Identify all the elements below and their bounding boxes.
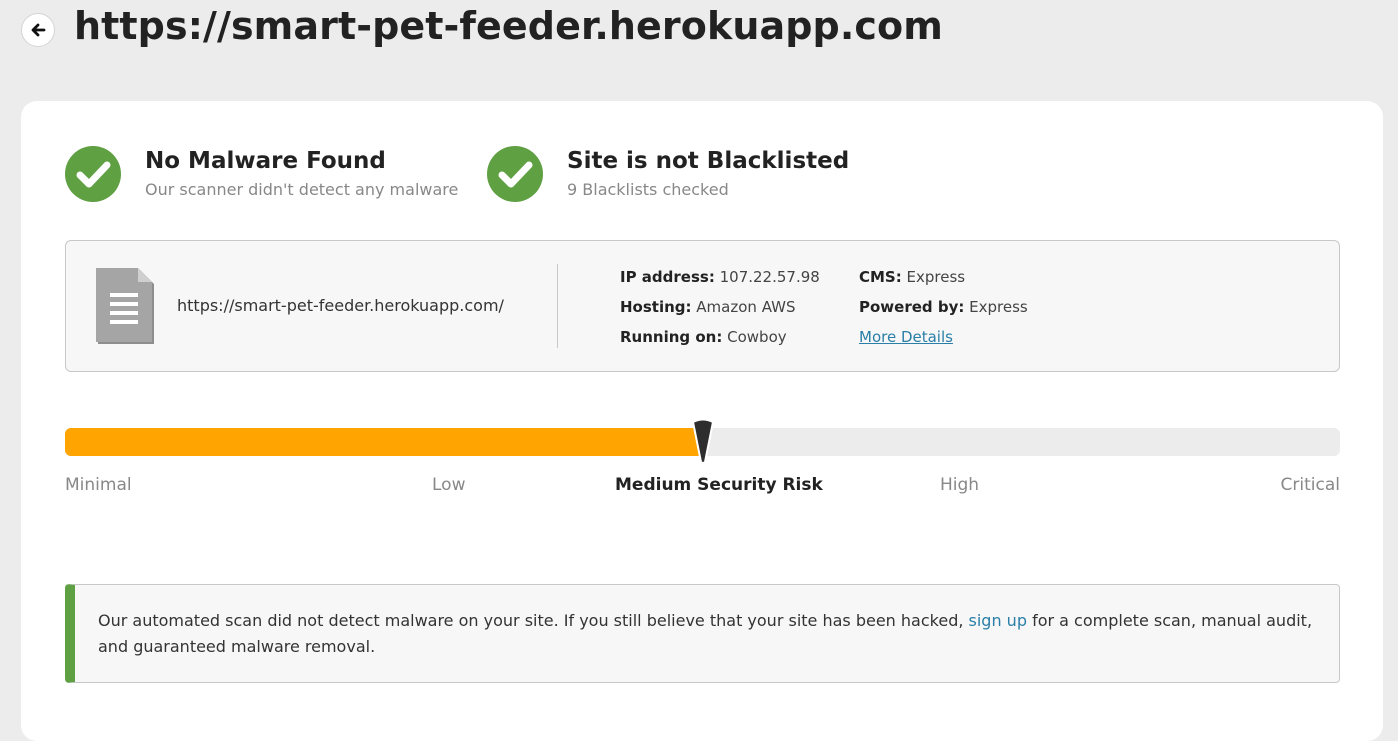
scan-notice: Our automated scan did not detect malwar… [65, 584, 1340, 683]
back-button[interactable] [21, 13, 55, 47]
software-info-column: CMS: Express Powered by: Express More De… [859, 266, 1028, 356]
risk-label-critical: Critical [1280, 475, 1340, 495]
check-circle-icon [65, 146, 121, 202]
server-info-column: IP address: 107.22.57.98 Hosting: Amazon… [620, 266, 820, 356]
more-details-link[interactable]: More Details [859, 328, 953, 346]
page-title: https://smart-pet-feeder.herokuapp.com [74, 4, 943, 48]
risk-label-high: High [940, 475, 980, 495]
risk-meter-fill [65, 428, 703, 456]
malware-status: No Malware Found Our scanner didn't dete… [65, 146, 458, 202]
blacklist-status: Site is not Blacklisted 9 Blacklists che… [487, 146, 849, 202]
powered-by-row: Powered by: Express [859, 298, 1028, 316]
scan-result-card: No Malware Found Our scanner didn't dete… [21, 101, 1383, 741]
ip-address-row: IP address: 107.22.57.98 [620, 268, 820, 286]
running-on-row: Running on: Cowboy [620, 328, 787, 346]
risk-marker-icon [691, 418, 714, 464]
scanned-url: https://smart-pet-feeder.herokuapp.com/ [177, 296, 504, 315]
arrow-left-icon [31, 23, 46, 37]
check-circle-icon [487, 146, 543, 202]
site-info-box: https://smart-pet-feeder.herokuapp.com/ … [65, 240, 1340, 372]
divider [557, 264, 558, 348]
cms-row: CMS: Express [859, 268, 966, 286]
blacklist-status-title: Site is not Blacklisted [567, 148, 850, 174]
risk-label-medium: Medium Security Risk [615, 475, 823, 495]
risk-label-minimal: Minimal [65, 475, 132, 495]
malware-status-subtitle: Our scanner didn't detect any malware [145, 180, 459, 199]
blacklist-status-subtitle: 9 Blacklists checked [567, 180, 729, 199]
document-icon [96, 268, 154, 344]
sign-up-link[interactable]: sign up [969, 611, 1027, 630]
hosting-row: Hosting: Amazon AWS [620, 298, 796, 316]
risk-label-low: Low [432, 475, 466, 495]
malware-status-title: No Malware Found [145, 148, 386, 174]
